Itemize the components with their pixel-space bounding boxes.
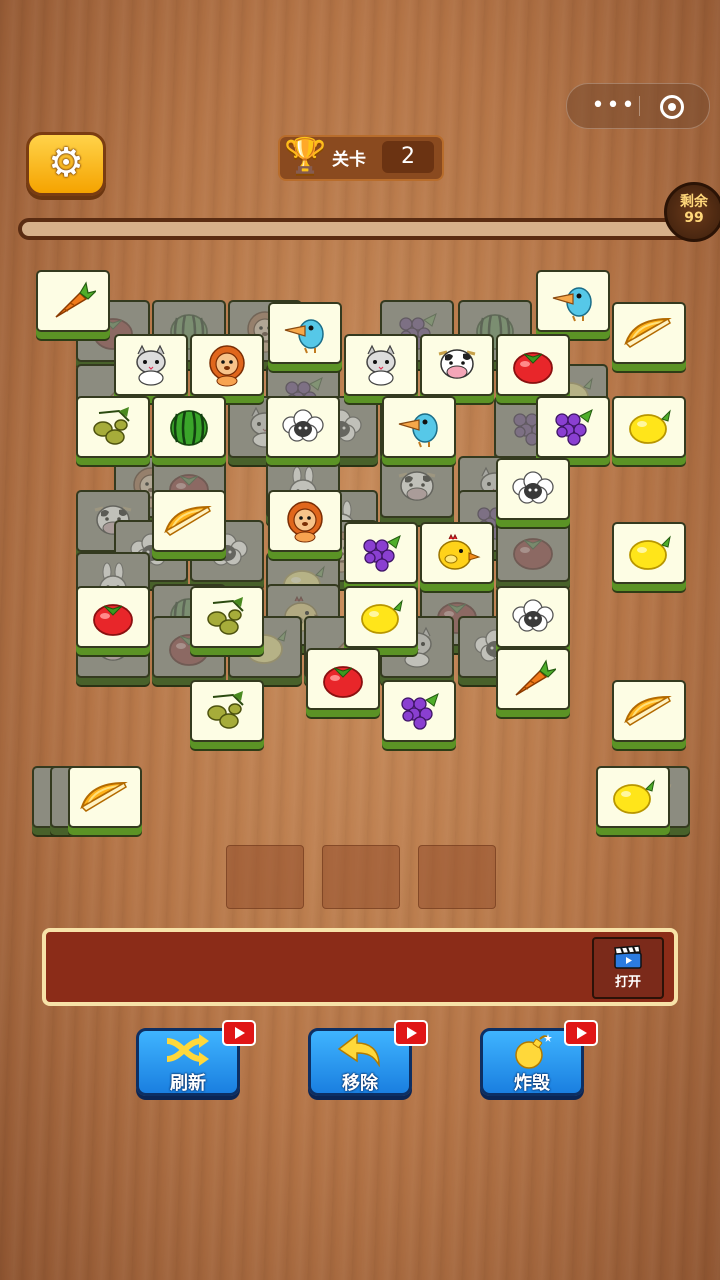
gear-icon: ⚙ (48, 140, 84, 186)
tile-tomato (496, 520, 570, 582)
close-icon[interactable] (660, 95, 684, 119)
tile-lion[interactable] (190, 334, 264, 396)
tile-olive[interactable] (190, 586, 264, 648)
tomato-icon (308, 650, 378, 708)
tile-sheep[interactable] (496, 586, 570, 648)
progress-bar (18, 218, 700, 240)
remaining-badge: 剩余 99 (664, 182, 720, 242)
tile-lemon[interactable] (612, 522, 686, 584)
settings-button[interactable]: ⚙ (26, 132, 106, 196)
bird-icon (270, 304, 340, 362)
lemon-icon (598, 768, 668, 826)
tile-watermelon[interactable] (152, 396, 226, 458)
more-icon[interactable]: ••• (589, 94, 639, 118)
tile-sheep[interactable] (496, 458, 570, 520)
lemon-icon (614, 524, 684, 582)
tile-grapes[interactable] (382, 680, 456, 742)
cat-icon (346, 336, 416, 394)
tile-carrot[interactable] (36, 270, 110, 332)
tile-tomato[interactable] (306, 648, 380, 710)
tile-olive[interactable] (190, 680, 264, 742)
tile-lemon[interactable] (612, 396, 686, 458)
tile-orange[interactable] (68, 766, 142, 828)
open-tray-button[interactable]: 打开 (592, 937, 664, 999)
orange-icon (614, 304, 684, 362)
tile-lemon[interactable] (596, 766, 670, 828)
tile-sheep[interactable] (266, 396, 340, 458)
tile-orange[interactable] (612, 302, 686, 364)
lion-icon (192, 336, 262, 394)
carrot-icon (498, 650, 568, 708)
capsule-divider (639, 96, 640, 116)
tomato-icon (498, 336, 568, 394)
video-ad-icon (564, 1020, 598, 1046)
holding-slot (226, 845, 304, 909)
tile-bird[interactable] (268, 302, 342, 364)
carrot-icon (38, 272, 108, 330)
clapperboard-icon (614, 945, 642, 969)
level-number: 2 (382, 141, 434, 173)
tile-grapes[interactable] (344, 522, 418, 584)
tile-olive[interactable] (76, 396, 150, 458)
cat-icon (116, 336, 186, 394)
tile-cat[interactable] (114, 334, 188, 396)
bird-icon (538, 272, 608, 330)
tile-cow (380, 456, 454, 518)
tile-bird[interactable] (536, 270, 610, 332)
orange-icon (154, 492, 224, 550)
sheep-icon (498, 588, 568, 646)
tomato-icon (498, 522, 568, 580)
bomb-label: 炸毁 (514, 1073, 550, 1094)
grapes-icon (346, 524, 416, 582)
open-tray-label: 打开 (614, 975, 641, 990)
tile-tomato[interactable] (496, 334, 570, 396)
holding-slot (418, 845, 496, 909)
grapes-icon (384, 682, 454, 740)
cow-icon (422, 336, 492, 394)
miniapp-capsule: ••• (566, 83, 710, 129)
cow-icon (382, 458, 452, 516)
tomato-icon (78, 588, 148, 646)
tile-lion[interactable] (268, 490, 342, 552)
watermelon-icon (154, 398, 224, 456)
chick-icon (422, 524, 492, 582)
tile-orange[interactable] (612, 680, 686, 742)
lion-icon (270, 492, 340, 550)
video-ad-icon (222, 1020, 256, 1046)
olive-icon (192, 588, 262, 646)
sheep-icon (498, 460, 568, 518)
olive-icon (78, 398, 148, 456)
tile-bird[interactable] (382, 396, 456, 458)
tile-orange[interactable] (152, 490, 226, 552)
tile-carrot[interactable] (496, 648, 570, 710)
bird-icon (384, 398, 454, 456)
orange-icon (70, 768, 140, 826)
tile-tomato[interactable] (76, 586, 150, 648)
remove-label: 移除 (342, 1073, 378, 1094)
olive-icon (192, 682, 262, 740)
sheep-icon (268, 398, 338, 456)
remaining-count: 99 (684, 210, 704, 226)
video-ad-icon (394, 1020, 428, 1046)
tile-cat[interactable] (344, 334, 418, 396)
level-label: 关卡 (332, 150, 366, 170)
trophy-icon: 🏆 (284, 136, 327, 176)
tile-cow[interactable] (420, 334, 494, 396)
refresh-label: 刷新 (170, 1073, 206, 1094)
tile-chick[interactable] (420, 522, 494, 584)
lemon-icon (614, 398, 684, 456)
orange-icon (614, 682, 684, 740)
tile-grapes[interactable] (536, 396, 610, 458)
holding-slot (322, 845, 400, 909)
tile-tray (42, 928, 678, 1006)
level-indicator: 🏆 关卡 2 (278, 135, 444, 181)
remaining-label: 剩余 (680, 194, 708, 210)
grapes-icon (538, 398, 608, 456)
lemon-icon (346, 588, 416, 646)
tile-lemon[interactable] (344, 586, 418, 648)
